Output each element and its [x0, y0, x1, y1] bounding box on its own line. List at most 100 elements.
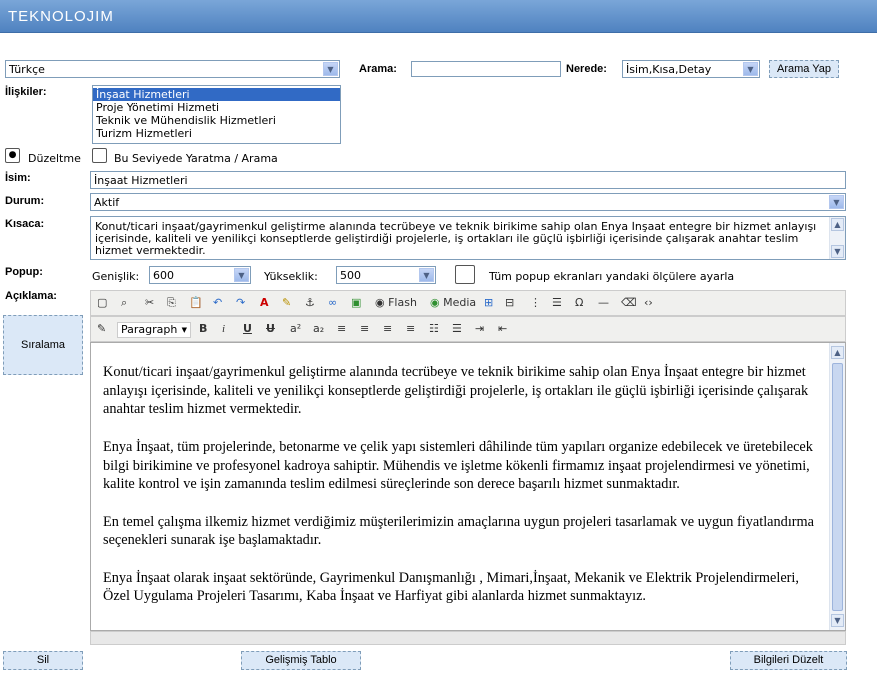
flash-icon: ◉ [375, 296, 385, 309]
scroll-thumb[interactable] [832, 363, 843, 611]
search-label: Arama: [359, 63, 397, 75]
delete-button[interactable]: Sil [3, 651, 83, 670]
copy-icon[interactable]: ⎘ [167, 296, 176, 310]
italic-icon[interactable]: i [222, 322, 225, 336]
summary-label: Kısaca: [5, 218, 45, 230]
superscript-icon[interactable]: a² [290, 322, 301, 336]
summary-text: Konut/ticari inşaat/gayrimenkul geliştir… [95, 221, 817, 257]
align-right-icon[interactable]: ≡ [383, 322, 392, 336]
editor-paragraph: En temel çalışma ilkemiz hizmet verdiğim… [103, 513, 815, 549]
horizontal-rule-icon[interactable]: — [598, 296, 609, 310]
name-input[interactable]: İnşaat Hizmetleri [90, 171, 846, 189]
status-label: Durum: [5, 195, 45, 207]
editor-toolbar-2: ✎ Paragraph ▼ B i U U a² a₂ ≡ ≡ ≡ ≡ ☷ ☰ … [90, 316, 846, 342]
preview-icon[interactable]: ▢ [97, 296, 107, 310]
chevron-down-icon: ▼ [323, 62, 338, 76]
media-button[interactable]: ◉ Media [430, 296, 476, 310]
relations-listbox[interactable]: İnşaat Hizmetleri Proje Yönetimi Hizmeti… [92, 85, 341, 144]
status-select[interactable]: Aktif ▼ [90, 193, 846, 211]
chevron-down-icon: ▼ [234, 268, 249, 282]
redo-icon[interactable]: ↷ [236, 296, 245, 310]
find-icon[interactable]: ⌕ [121, 296, 127, 310]
sort-button[interactable]: Sıralama [3, 315, 83, 375]
strikethrough-icon[interactable]: U [266, 322, 275, 336]
search-input[interactable] [411, 61, 561, 77]
cut-icon[interactable]: ✂ [145, 296, 154, 310]
where-select[interactable]: İsim,Kısa,Detay ▼ [622, 60, 760, 78]
code-icon[interactable]: ‹› [644, 296, 653, 310]
table-icon[interactable]: ⊞ [484, 296, 493, 310]
eraser-icon[interactable]: ⌫ [621, 296, 637, 310]
width-label: Genişlik: [92, 270, 140, 283]
chevron-down-icon: ▼ [181, 326, 187, 334]
paste-icon[interactable]: 📋 [189, 296, 203, 310]
unordered-list-icon[interactable]: ☰ [452, 322, 462, 336]
special-char-icon[interactable]: Ω [575, 296, 583, 310]
search-button[interactable]: Arama Yap [769, 60, 839, 78]
flash-label: Flash [388, 296, 417, 309]
scroll-down-icon[interactable]: ▼ [831, 614, 844, 627]
status-select-value: Aktif [94, 196, 120, 209]
editor-paragraph: Enya İnşaat olarak inşaat sektöründe, Ga… [103, 569, 799, 605]
scroll-up-icon[interactable]: ▲ [831, 218, 844, 231]
edit-mode-radio[interactable]: ● [5, 148, 20, 163]
where-select-value: İsim,Kısa,Detay [626, 63, 712, 76]
align-left-icon[interactable]: ≡ [337, 322, 346, 336]
scroll-up-icon[interactable]: ▲ [831, 346, 844, 359]
align-center-icon[interactable]: ≡ [360, 322, 369, 336]
name-label: İsim: [5, 172, 31, 184]
description-label: Açıklama: [5, 290, 57, 302]
anchor-icon[interactable]: ⚓ [305, 296, 315, 310]
editor-content[interactable]: Konut/ticari inşaat/gayrimenkul geliştir… [103, 363, 819, 625]
editor-paragraph: Konut/ticari inşaat/gayrimenkul geliştir… [103, 364, 809, 418]
chevron-down-icon: ▼ [419, 268, 434, 282]
language-select-value: Türkçe [9, 63, 45, 76]
image-icon[interactable]: ▣ [351, 296, 361, 310]
editor-paragraph: Enya İnşaat, tüm projelerinde, betonarme… [103, 438, 813, 493]
summary-textarea[interactable]: Konut/ticari inşaat/gayrimenkul geliştir… [90, 216, 846, 260]
style-icon[interactable]: ✎ [97, 322, 106, 336]
editor-scrollbar[interactable]: ▲ ▼ [829, 343, 845, 630]
scroll-down-icon[interactable]: ▼ [831, 245, 844, 258]
table-props-icon[interactable]: ⊟ [505, 296, 514, 310]
width-select-value: 600 [153, 269, 174, 282]
highlight-icon[interactable]: ✎ [282, 296, 291, 310]
ordered-list-icon[interactable]: ☷ [429, 322, 439, 336]
height-select[interactable]: 500 ▼ [336, 266, 436, 284]
where-label: Nerede: [566, 63, 607, 75]
update-button[interactable]: Bilgileri Düzelt [730, 651, 847, 670]
radio-dot-icon: ● [8, 150, 17, 160]
flash-button[interactable]: ◉ Flash [375, 296, 417, 310]
create-mode-radio[interactable] [92, 148, 107, 163]
list-item[interactable]: Teknik ve Mühendislik Hizmetleri [93, 114, 340, 127]
list-item[interactable]: Proje Yönetimi Hizmeti [93, 101, 340, 114]
width-select[interactable]: 600 ▼ [149, 266, 251, 284]
popup-label: Popup: [5, 266, 43, 278]
list-item[interactable]: İnşaat Hizmetleri [93, 88, 340, 101]
outdent-icon[interactable]: ⇤ [498, 322, 507, 336]
advanced-table-button[interactable]: Gelişmiş Tablo [241, 651, 361, 670]
text-color-icon[interactable]: A [260, 296, 269, 310]
format-select[interactable]: Paragraph ▼ [117, 322, 191, 338]
underline-icon[interactable]: U [243, 322, 252, 336]
media-label: Media [443, 296, 477, 309]
editor-statusbar [90, 631, 846, 645]
create-mode-label: Bu Seviyede Yaratma / Arama [114, 152, 278, 165]
layer-icon[interactable]: ☰ [552, 296, 562, 310]
subscript-icon[interactable]: a₂ [313, 322, 324, 336]
height-label: Yükseklik: [264, 270, 318, 283]
language-select[interactable]: Türkçe ▼ [5, 60, 340, 78]
rich-text-editor[interactable]: Konut/ticari inşaat/gayrimenkul geliştir… [90, 342, 846, 631]
bold-icon[interactable]: B [199, 322, 207, 336]
justify-icon[interactable]: ≡ [406, 322, 415, 336]
link-icon[interactable]: ∞ [328, 296, 337, 310]
summary-scrollbar[interactable]: ▲ ▼ [829, 217, 845, 259]
apply-all-label: Tüm popup ekranları yandaki ölçülere aya… [489, 270, 735, 283]
relations-label: İlişkiler: [5, 86, 47, 98]
undo-icon[interactable]: ↶ [213, 296, 222, 310]
list-item[interactable]: Turizm Hizmetleri [93, 127, 340, 140]
apply-all-checkbox[interactable] [455, 265, 475, 284]
media-icon: ◉ [430, 296, 440, 309]
indent-icon[interactable]: ⇥ [475, 322, 484, 336]
grid-icon[interactable]: ⋮ [530, 296, 541, 310]
